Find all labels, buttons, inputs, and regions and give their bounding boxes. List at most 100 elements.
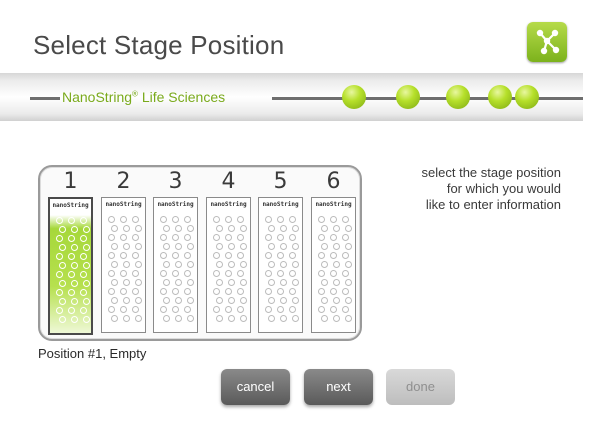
cartridge-brand: nanoString — [52, 202, 89, 209]
lane-port — [108, 270, 115, 277]
lane-port — [71, 262, 78, 269]
lane-port — [330, 288, 337, 295]
cartridge-brand: nanoString — [315, 201, 352, 208]
lane-port — [184, 288, 191, 295]
lane-port — [265, 216, 272, 223]
lane-port — [345, 279, 352, 286]
lane-port — [59, 316, 66, 323]
lane-port — [277, 216, 284, 223]
lane-port — [228, 225, 235, 232]
lane-port — [123, 279, 130, 286]
cancel-button[interactable]: cancel — [221, 369, 290, 405]
progress-dot — [342, 85, 366, 109]
lane-port — [68, 307, 75, 314]
lane-port — [184, 234, 191, 241]
lane-port — [330, 234, 337, 241]
instruction-text: select the stage position for which you … — [378, 165, 561, 213]
lane-port — [330, 252, 337, 259]
lane-port — [345, 261, 352, 268]
stage-position-3[interactable]: 3 nanoString — [153, 169, 198, 333]
brand-name: NanoString — [62, 89, 133, 105]
lane-port — [345, 297, 352, 304]
lane-port — [318, 288, 325, 295]
lane-port — [123, 225, 130, 232]
lane-port — [225, 252, 232, 259]
lane-port — [280, 315, 287, 322]
stage-position-1[interactable]: 1 nanoString — [48, 169, 93, 335]
lane-port — [184, 306, 191, 313]
lane-port — [80, 235, 87, 242]
position-number: 2 — [116, 169, 131, 194]
lane-port — [216, 279, 223, 286]
cartridge[interactable]: nanoString — [311, 197, 356, 333]
cartridge[interactable]: nanoString — [258, 197, 303, 333]
lane-port — [289, 288, 296, 295]
lane-port — [280, 243, 287, 250]
stage-position-5[interactable]: 5 nanoString — [258, 169, 303, 333]
lane-port — [83, 244, 90, 251]
lane-port — [120, 252, 127, 259]
lane-port — [184, 252, 191, 259]
lane-port — [108, 252, 115, 259]
lane-port — [187, 315, 194, 322]
lane-port — [342, 234, 349, 241]
lane-port — [83, 262, 90, 269]
lane-port — [132, 252, 139, 259]
lane-port — [225, 288, 232, 295]
lane-port — [318, 252, 325, 259]
lane-port — [228, 297, 235, 304]
lane-port — [163, 261, 170, 268]
lane-port — [333, 225, 340, 232]
lane-port — [216, 315, 223, 322]
stage-position-4[interactable]: 4 nanoString — [206, 169, 251, 333]
position-number: 3 — [168, 169, 183, 194]
lane-port — [342, 270, 349, 277]
lane-port — [184, 216, 191, 223]
progress-dot — [488, 85, 512, 109]
lane-port — [213, 252, 220, 259]
lane-port — [330, 270, 337, 277]
lane-port — [225, 270, 232, 277]
stage-position-6[interactable]: 6 nanoString — [311, 169, 356, 333]
cartridge[interactable]: nanoString — [101, 197, 146, 333]
lane-port — [135, 261, 142, 268]
lane-port — [132, 234, 139, 241]
lane-port — [132, 306, 139, 313]
lane-port — [225, 234, 232, 241]
lane-port — [123, 261, 130, 268]
network-nodes-icon[interactable] — [527, 22, 567, 62]
lane-port — [237, 234, 244, 241]
lane-port — [160, 252, 167, 259]
lane-port — [268, 261, 275, 268]
lane-port — [240, 261, 247, 268]
lane-port — [342, 288, 349, 295]
lane-port — [56, 235, 63, 242]
lane-port — [268, 315, 275, 322]
window-edge — [583, 0, 593, 428]
cartridge[interactable]: nanoString — [48, 197, 93, 335]
lane-port — [172, 306, 179, 313]
lane-port — [120, 270, 127, 277]
lane-port — [160, 270, 167, 277]
brand-suffix: Life Sciences — [141, 89, 226, 105]
stage-position-2[interactable]: 2 nanoString — [101, 169, 146, 333]
lane-port — [280, 297, 287, 304]
lane-port — [120, 306, 127, 313]
position-number: 5 — [273, 169, 288, 194]
cartridge[interactable]: nanoString — [206, 197, 251, 333]
lane-port — [237, 288, 244, 295]
done-button[interactable]: done — [386, 369, 455, 405]
lane-port — [265, 252, 272, 259]
cartridge[interactable]: nanoString — [153, 197, 198, 333]
lane-port — [111, 261, 118, 268]
lane-port — [228, 315, 235, 322]
lane-port — [225, 216, 232, 223]
lane-port — [120, 288, 127, 295]
lane-port — [240, 243, 247, 250]
lane-port — [160, 234, 167, 241]
lane-port — [277, 288, 284, 295]
lane-port — [333, 297, 340, 304]
next-button[interactable]: next — [304, 369, 373, 405]
lane-port — [111, 279, 118, 286]
lane-port — [163, 243, 170, 250]
